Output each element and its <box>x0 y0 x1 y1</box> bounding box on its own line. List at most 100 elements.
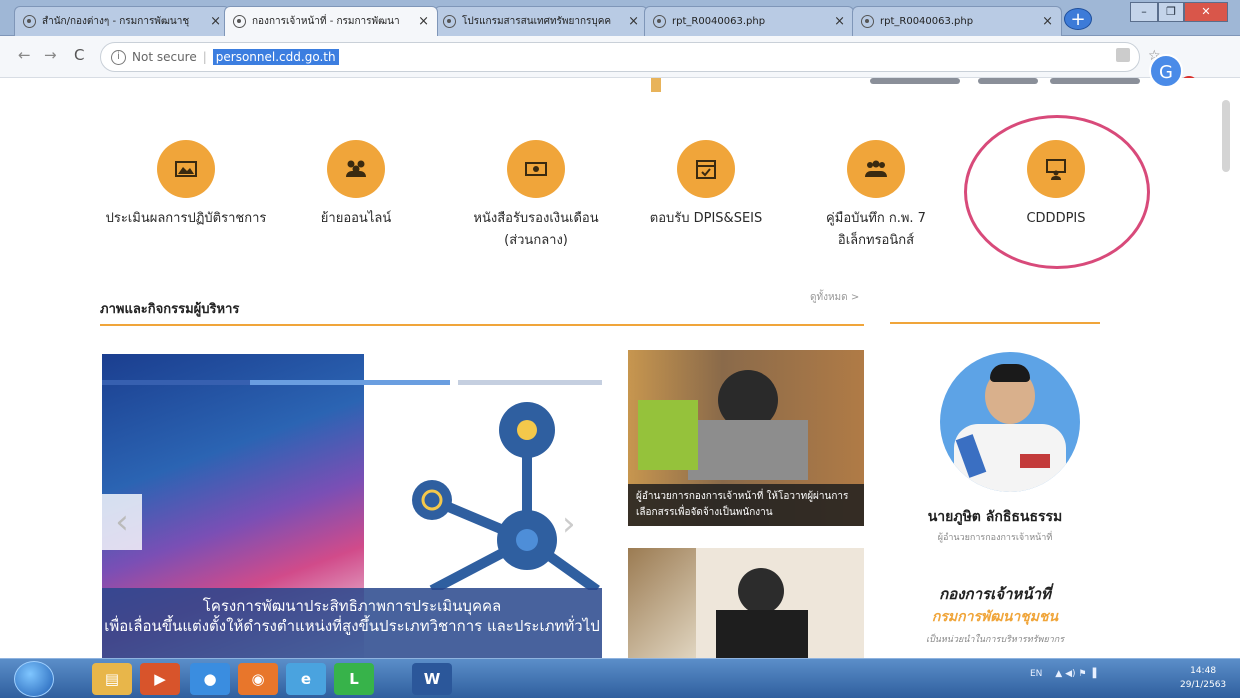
slide-progress-bars <box>102 380 602 386</box>
slider-next-button[interactable]: › <box>562 504 576 544</box>
news-card[interactable]: ผู้อำนวยการกองการเจ้าหน้าที่ ให้โอวาทผู้… <box>628 350 864 526</box>
site-globe-icon <box>443 15 456 28</box>
slider-prev-button[interactable]: ‹ <box>102 494 142 550</box>
news-caption: ผู้อำนวยการกองการเจ้าหน้าที่ ให้โอวาทผู้… <box>628 484 864 526</box>
news-card[interactable] <box>628 548 864 658</box>
chrome-icon[interactable]: ● <box>190 663 230 695</box>
translate-icon[interactable] <box>1116 48 1130 62</box>
tab-close-icon[interactable]: × <box>834 14 845 29</box>
quicklink-salary-cert[interactable]: หนังสือรับรองเงินเดือน (ส่วนกลาง) <box>451 140 621 252</box>
tab-title: rpt_R0040063.php <box>672 16 766 27</box>
quicklink-kp7-manual[interactable]: คู่มือบันทึก ก.พ. 7 อิเล็กทรอนิกส์ <box>791 140 961 252</box>
tab-close-icon[interactable]: × <box>210 14 221 29</box>
director-photo <box>940 352 1080 492</box>
reload-button[interactable]: C <box>74 46 84 64</box>
people-icon <box>327 140 385 198</box>
browser-tab[interactable]: rpt_R0040063.php × <box>644 6 854 36</box>
url-text[interactable]: personnel.cdd.go.th <box>212 49 339 65</box>
line-icon[interactable]: L <box>334 663 374 695</box>
slide-caption-line2: เพื่อเลื่อนขึ้นแต่งตั้งให้ดำรงตำแหน่งที่… <box>104 617 600 635</box>
quicklink-label: CDDDPIS <box>1026 211 1086 226</box>
slide-caption-line1: โครงการพัฒนาประสิทธิภาพการประเมินบุคคล <box>202 597 502 615</box>
media-icon[interactable]: ▶ <box>140 663 180 695</box>
word-icon[interactable]: W <box>412 663 452 695</box>
calendar-check-icon <box>677 140 735 198</box>
explorer-icon[interactable]: ▤ <box>92 663 132 695</box>
language-indicator[interactable]: EN <box>1030 669 1042 679</box>
quicklink-performance[interactable]: ประเมินผลการปฏิบัติราชการ <box>101 140 271 230</box>
section-title: ภาพและกิจกรรมผู้บริหาร <box>100 302 240 317</box>
maximize-button[interactable]: ❐ <box>1158 2 1184 22</box>
minimize-button[interactable]: – <box>1130 2 1158 22</box>
person-head <box>738 568 784 614</box>
close-window-button[interactable]: ✕ <box>1184 2 1228 22</box>
chair <box>638 400 698 470</box>
browser-tab[interactable]: โปรแกรมสารสนเทศทรัพยากรบุคค × <box>434 6 648 36</box>
sidebar-divider <box>890 322 1100 324</box>
tab-close-icon[interactable]: × <box>1042 14 1053 29</box>
forward-button[interactable]: → <box>44 46 57 64</box>
quicklink-label: ประเมินผลการปฏิบัติราชการ <box>105 211 267 226</box>
top-menu-strip <box>870 78 1190 86</box>
director-name: นายภูษิต ลักธิธนธรรม <box>927 509 1063 525</box>
clock[interactable]: 14:48 29/1/2563 <box>1180 664 1226 692</box>
omnibox[interactable]: i Not secure | personnel.cdd.go.th <box>100 42 1140 72</box>
address-bar-row: ← → C i Not secure | personnel.cdd.go.th… <box>0 36 1240 98</box>
system-tray[interactable]: EN ▲ ◀) ⚑ ▐ <box>1030 669 1096 679</box>
quicklink-label: ตอบรับ DPIS&SEIS <box>649 211 763 226</box>
money-icon <box>507 140 565 198</box>
browser-tab-active[interactable]: กองการเจ้าหน้าที่ - กรมการพัฒนา × <box>224 6 438 36</box>
image-slider[interactable]: ‹ › โครงการพัฒนาประสิทธิภาพการประเมินบุค… <box>102 354 602 658</box>
tab-close-icon[interactable]: × <box>418 14 429 29</box>
profile-avatar[interactable]: G <box>1149 54 1183 88</box>
decor-marker <box>651 78 661 92</box>
browser-tab[interactable]: สำนัก/กองต่างๆ - กรมการพัฒนาชุ × <box>14 6 230 36</box>
director-role: ผู้อำนวยการกองการเจ้าหน้าที่ <box>937 533 1053 543</box>
windows-taskbar: ▤ ▶ ● ◉ e L W EN ▲ ◀) ⚑ ▐ 14:48 29/1/256… <box>0 658 1240 698</box>
see-all-link[interactable]: ดูทั้งหมด > <box>810 290 859 305</box>
quicklink-sublabel: (ส่วนกลาง) <box>504 233 568 248</box>
department-name: กองการเจ้าหน้าที่ <box>939 585 1051 603</box>
quicklink-label: คู่มือบันทึก ก.พ. 7 <box>826 211 926 226</box>
firefox-icon[interactable]: ◉ <box>238 663 278 695</box>
slide-caption: โครงการพัฒนาประสิทธิภาพการประเมินบุคคล เ… <box>102 588 602 658</box>
quicklink-label: ย้ายออนไลน์ <box>320 211 392 226</box>
start-button[interactable] <box>14 661 54 697</box>
tab-title: สำนัก/กองต่างๆ - กรมการพัฒนาชุ <box>42 16 190 27</box>
quicklink-sublabel: อิเล็กทรอนิกส์ <box>837 233 915 248</box>
quicklink-label: หนังสือรับรองเงินเดือน <box>473 211 599 226</box>
tab-title: โปรแกรมสารสนเทศทรัพยากรบุคค <box>462 16 612 27</box>
news-photo <box>628 548 696 658</box>
browser-tab[interactable]: rpt_R0040063.php × <box>852 6 1062 36</box>
ie-icon[interactable]: e <box>286 663 326 695</box>
slide-network-graphic <box>412 402 600 590</box>
tagline: เป็นหน่วยนำในการบริหารทรัพยากร <box>925 635 1065 645</box>
clock-time: 14:48 <box>1190 666 1217 676</box>
tab-title: rpt_R0040063.php <box>880 16 974 27</box>
browser-tab-strip: สำนัก/กองต่างๆ - กรมการพัฒนาชุ × กองการเ… <box>0 0 1240 36</box>
person-body <box>688 420 808 480</box>
page-scrollbar[interactable] <box>1222 100 1230 172</box>
site-globe-icon <box>653 15 666 28</box>
tray-icons[interactable]: ▲ ◀) ⚑ ▐ <box>1055 669 1096 679</box>
web-page: ประเมินผลการปฏิบัติราชการ ย้ายออนไลน์ หน… <box>0 78 1240 658</box>
chart-icon <box>157 140 215 198</box>
site-globe-icon <box>861 15 874 28</box>
quicklink-cdddpis[interactable]: CDDDPIS <box>971 140 1141 230</box>
person-body <box>716 610 808 658</box>
clock-date: 29/1/2563 <box>1180 680 1227 690</box>
section-divider-accent <box>100 324 864 326</box>
group-icon <box>847 140 905 198</box>
security-label: Not secure <box>132 50 197 64</box>
presenter-icon <box>1027 140 1085 198</box>
tab-close-icon[interactable]: × <box>628 14 639 29</box>
site-globe-icon <box>23 15 36 28</box>
quicklink-dpis-seis[interactable]: ตอบรับ DPIS&SEIS <box>621 140 791 230</box>
organization-name: กรมการพัฒนาชุมชน <box>931 609 1059 625</box>
info-icon[interactable]: i <box>111 49 126 65</box>
new-tab-button[interactable]: + <box>1064 8 1092 30</box>
quicklink-transfer[interactable]: ย้ายออนไลน์ <box>271 140 441 230</box>
tab-title: กองการเจ้าหน้าที่ - กรมการพัฒนา <box>252 16 400 27</box>
back-button[interactable]: ← <box>18 46 31 64</box>
separator: | <box>202 50 207 64</box>
